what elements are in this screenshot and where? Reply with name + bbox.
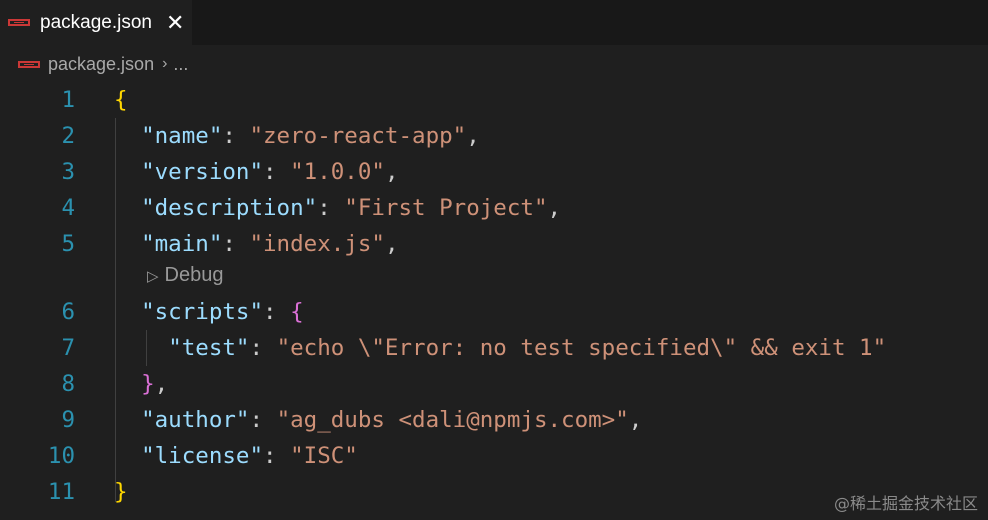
code-token: "author" xyxy=(141,407,250,433)
code-line[interactable]: 7 "test": "echo \"Error: no test specifi… xyxy=(0,330,988,366)
code-text: } xyxy=(114,474,128,510)
code-text: "test": "echo \"Error: no test specified… xyxy=(114,330,886,366)
code-token: , xyxy=(154,371,169,397)
code-token: "description" xyxy=(141,195,318,221)
indent-guide xyxy=(146,330,147,366)
code-token: { xyxy=(114,87,128,113)
debug-label: Debug xyxy=(164,264,224,286)
code-token: : xyxy=(249,335,277,361)
line-number: 10 xyxy=(47,443,75,469)
chevron-right-icon: › xyxy=(162,55,168,72)
code-token: "1.0.0" xyxy=(290,159,385,185)
code-line[interactable]: 10 "license": "ISC" xyxy=(0,438,988,474)
code-text: "scripts": { xyxy=(114,294,304,330)
tab-label: package.json xyxy=(40,11,152,33)
code-line[interactable]: 3 "version": "1.0.0", xyxy=(0,154,988,190)
code-line[interactable]: 8 }, xyxy=(0,366,988,402)
code-line[interactable]: 6 "scripts": { xyxy=(0,294,988,330)
code-token: , xyxy=(547,195,562,221)
code-token: "ISC" xyxy=(290,443,358,469)
watermark: @稀土掘金技术社区 xyxy=(833,494,978,513)
code-token: : xyxy=(317,195,345,221)
code-line[interactable]: 9 "author": "ag_dubs <dali@npmjs.com>", xyxy=(0,402,988,438)
code-text: "main": "index.js", xyxy=(114,226,398,262)
code-token: "ag_dubs <dali@npmjs.com>" xyxy=(276,407,629,433)
code-token: "index.js" xyxy=(249,231,385,257)
code-token: , xyxy=(466,123,480,149)
code-line[interactable]: 4 "description": "First Project", xyxy=(0,190,988,226)
code-token: "license" xyxy=(141,443,264,469)
code-line[interactable]: 1{ xyxy=(0,82,988,118)
code-line[interactable]: 5 "main": "index.js", xyxy=(0,226,988,262)
code-token: "First Project" xyxy=(344,195,548,221)
line-number: 7 xyxy=(61,335,75,361)
code-token: : xyxy=(263,299,291,325)
tab-bar: package.json ✕ xyxy=(0,0,988,45)
code-token: "main" xyxy=(141,231,223,257)
code-token: { xyxy=(290,299,304,325)
code-token: : xyxy=(263,159,291,185)
line-number: 11 xyxy=(47,479,75,505)
code-token: "scripts" xyxy=(141,299,264,325)
code-token: : xyxy=(249,407,277,433)
line-number: 2 xyxy=(61,123,75,149)
code-line[interactable]: 2 "name": "zero-react-app", xyxy=(0,118,988,154)
line-number: 6 xyxy=(61,299,75,325)
code-token: "echo \"Error: no test specified\" && ex… xyxy=(276,335,887,361)
code-text: "license": "ISC" xyxy=(114,438,358,474)
code-token: } xyxy=(141,371,155,397)
code-token: , xyxy=(384,231,399,257)
tab-package-json[interactable]: package.json ✕ xyxy=(0,0,192,45)
code-text: "version": "1.0.0", xyxy=(114,154,398,190)
line-number: 5 xyxy=(61,231,75,257)
code-token: : xyxy=(222,123,250,149)
play-icon: ▷ xyxy=(147,268,159,285)
indent-guide xyxy=(115,118,116,502)
line-number: 8 xyxy=(61,371,75,397)
breadcrumb-file[interactable]: package.json xyxy=(48,54,154,75)
code-token: } xyxy=(114,479,128,505)
line-number: 3 xyxy=(61,159,75,185)
code-token: , xyxy=(628,407,643,433)
code-text: { xyxy=(114,82,128,118)
code-token: "test" xyxy=(168,335,250,361)
breadcrumb-more[interactable]: ... xyxy=(173,54,188,75)
line-number: 9 xyxy=(61,407,75,433)
line-number: 1 xyxy=(61,87,75,113)
code-text: "author": "ag_dubs <dali@npmjs.com>", xyxy=(114,402,642,438)
code-token: "name" xyxy=(141,123,223,149)
line-number: 4 xyxy=(61,195,75,221)
close-icon[interactable]: ✕ xyxy=(166,11,184,34)
debug-codelens[interactable]: ▷ Debug xyxy=(147,260,223,290)
npm-icon xyxy=(18,60,40,68)
code-text: }, xyxy=(114,366,168,402)
code-editor[interactable]: 1{2 "name": "zero-react-app", 3 "version"… xyxy=(0,82,988,520)
breadcrumb: package.json › ... xyxy=(0,45,988,83)
code-token: "zero-react-app" xyxy=(249,123,467,149)
code-token: : xyxy=(222,231,250,257)
code-token: : xyxy=(263,443,291,469)
code-token: "version" xyxy=(141,159,264,185)
code-text: "name": "zero-react-app", xyxy=(114,118,480,154)
code-text: "description": "First Project", xyxy=(114,190,561,226)
npm-icon xyxy=(8,19,30,26)
code-token: , xyxy=(384,159,399,185)
